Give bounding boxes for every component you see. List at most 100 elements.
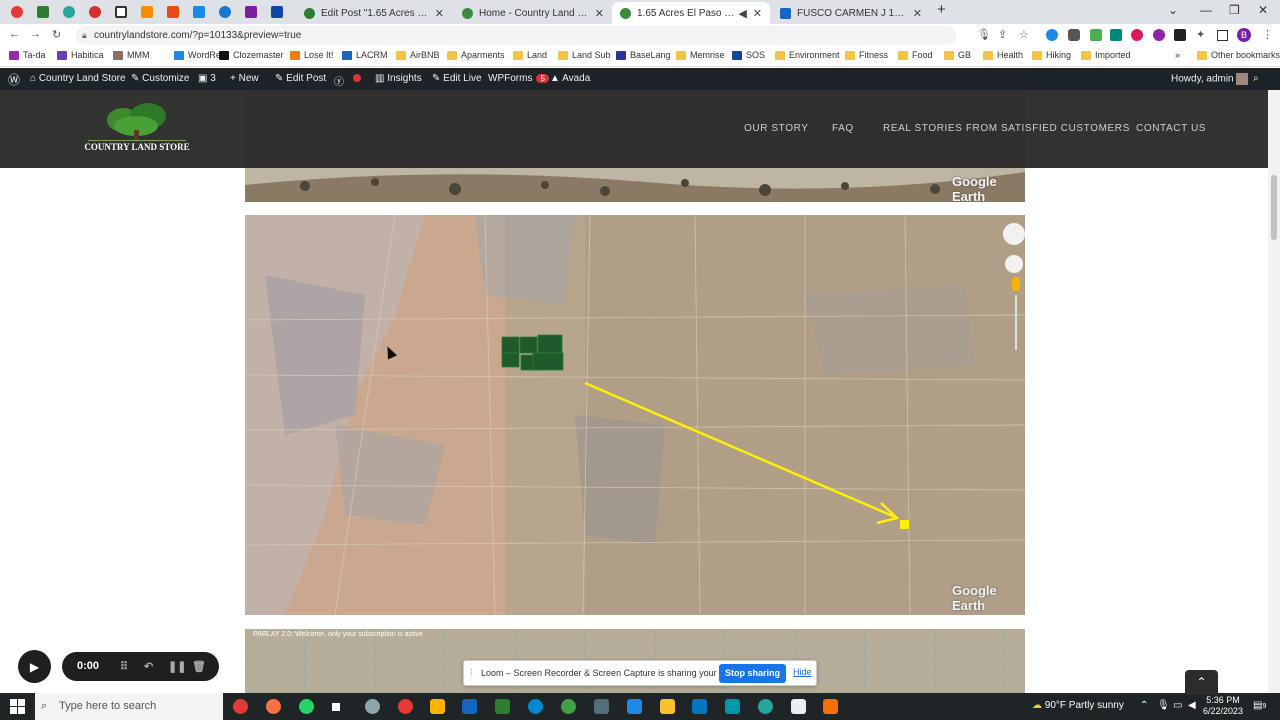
windows-start-icon[interactable]: [10, 699, 25, 714]
close-window-button[interactable]: ✕: [1258, 3, 1268, 17]
tab-search-icon[interactable]: ⌄: [1168, 3, 1178, 17]
extension-icon[interactable]: [1174, 29, 1186, 41]
admin-bar-insights[interactable]: ▥ Insights: [375, 73, 422, 84]
admin-bar-edit-live[interactable]: ✎ Edit Live: [432, 73, 482, 84]
bookmark-item[interactable]: AirBNB: [396, 50, 440, 60]
bookmark-item[interactable]: Ta-da: [9, 50, 46, 60]
tab-edit-post[interactable]: Edit Post "1.65 Acres El Paso Texas ✕: [296, 2, 452, 24]
nav-contact-us[interactable]: CONTACT US: [1136, 123, 1206, 134]
excel-app-icon[interactable]: [495, 699, 510, 714]
firefox-app-icon[interactable]: [266, 699, 281, 714]
close-tab-icon[interactable]: ✕: [753, 7, 762, 20]
pinned-tab[interactable]: [136, 3, 158, 21]
nav-our-story[interactable]: OUR STORY: [744, 123, 809, 134]
reload-icon[interactable]: ↻: [52, 28, 61, 41]
share-icon[interactable]: ⇪: [998, 28, 1007, 41]
pinned-tab[interactable]: [214, 3, 236, 21]
app-icon[interactable]: [398, 699, 413, 714]
notification-center-icon[interactable]: ▤9: [1253, 700, 1266, 711]
network-icon[interactable]: ▭: [1173, 700, 1182, 711]
admin-bar-new[interactable]: + New: [230, 73, 259, 84]
calculator-app-icon[interactable]: [725, 699, 740, 714]
extension-icon[interactable]: [1090, 29, 1102, 41]
chrome-app-icon[interactable]: [233, 699, 248, 714]
profile-avatar[interactable]: B: [1237, 28, 1251, 42]
slack-app-icon[interactable]: [332, 703, 340, 711]
bookmark-item[interactable]: Lose It!: [290, 50, 334, 60]
system-clock[interactable]: 5:36 PM 6/22/2023: [1203, 695, 1243, 717]
bookmark-item[interactable]: BaseLang: [616, 50, 671, 60]
hide-notification-link[interactable]: Hide: [793, 667, 812, 677]
show-hidden-icons-icon[interactable]: ⌃: [1140, 700, 1148, 711]
restore-button[interactable]: ❐: [1229, 3, 1240, 17]
admin-bar-edit-post[interactable]: ✎ Edit Post: [275, 73, 326, 84]
loom-pause-icon[interactable]: ❚❚: [168, 660, 186, 673]
stop-sharing-button[interactable]: Stop sharing: [719, 664, 786, 683]
other-bookmarks-folder[interactable]: Other bookmarks: [1197, 50, 1280, 60]
pinned-tab[interactable]: [84, 3, 106, 21]
microphone-tray-icon[interactable]: 🎙︎: [1157, 700, 1170, 711]
tab-fusco[interactable]: FUSCO CARMEN J 1.65 Acres El P ✕: [772, 2, 930, 24]
minimize-button[interactable]: —: [1200, 3, 1212, 17]
outlook-app-icon[interactable]: [462, 699, 477, 714]
bookmark-item[interactable]: Habitica: [57, 50, 104, 60]
loom-camera-button[interactable]: ▶: [18, 650, 51, 683]
loom-restart-icon[interactable]: ↶: [144, 660, 153, 673]
zoom-slider[interactable]: [1015, 295, 1017, 350]
scroll-to-top-button[interactable]: ⌃: [1185, 670, 1218, 695]
nav-faq[interactable]: FAQ: [832, 123, 854, 134]
scrollbar-thumb[interactable]: [1271, 175, 1277, 240]
pinned-tab[interactable]: [110, 3, 132, 21]
yoast-icon[interactable]: ⓨ: [334, 73, 344, 88]
more-bookmarks-button[interactable]: »: [1175, 50, 1180, 60]
taskbar-search-box[interactable]: ⌕ Type here to search: [35, 693, 223, 720]
search-icon[interactable]: ⌕: [1253, 73, 1259, 84]
admin-bar-comments[interactable]: ▣ 3: [198, 73, 216, 84]
app-icon[interactable]: [823, 699, 838, 714]
bookmark-item[interactable]: Fitness: [845, 50, 888, 60]
bookmark-item[interactable]: MMM: [113, 50, 150, 60]
file-explorer-icon[interactable]: [430, 699, 445, 714]
bookmark-item[interactable]: Clozemaster: [219, 50, 284, 60]
admin-bar-avada[interactable]: ▲ Avada: [550, 73, 590, 84]
extension-icon[interactable]: [1110, 29, 1122, 41]
bookmark-item[interactable]: SOS: [732, 50, 765, 60]
bookmark-item[interactable]: GB: [944, 50, 971, 60]
app-icon[interactable]: [561, 699, 576, 714]
app-icon[interactable]: [660, 699, 675, 714]
admin-bar-account[interactable]: Howdy, admin: [1171, 73, 1249, 85]
street-view-icon[interactable]: [1012, 277, 1020, 291]
new-tab-button[interactable]: +: [937, 1, 946, 18]
pinned-tab[interactable]: [266, 3, 288, 21]
wordpress-logo-icon[interactable]: Ⓦ: [8, 71, 20, 88]
admin-bar-customize[interactable]: ✎ Customize: [131, 73, 189, 84]
page-scrollbar[interactable]: [1268, 90, 1280, 693]
bookmark-item[interactable]: LACRM: [342, 50, 388, 60]
app-icon[interactable]: [758, 699, 773, 714]
notepad-app-icon[interactable]: [791, 699, 806, 714]
back-icon[interactable]: ←: [9, 28, 20, 40]
word-app-icon[interactable]: [627, 699, 642, 714]
bookmark-item[interactable]: Land: [513, 50, 547, 60]
address-bar[interactable]: 🔒︎ countrylandstore.com/?p=10133&preview…: [76, 26, 956, 45]
audio-icon[interactable]: ◀: [738, 7, 746, 20]
weather-widget[interactable]: ☁ 90°F Partly sunny: [1032, 700, 1124, 711]
tab-active-preview[interactable]: 1.65 Acres El Paso Texas 133 ◀ ✕: [612, 2, 770, 24]
bookmark-star-icon[interactable]: ☆: [1019, 28, 1029, 41]
bookmark-item[interactable]: Memrise: [676, 50, 725, 60]
pinned-tab[interactable]: [58, 3, 80, 21]
app-icon[interactable]: [594, 699, 609, 714]
site-logo[interactable]: COUNTRY LAND STORE: [78, 102, 196, 156]
loom-drawing-icon[interactable]: ⠿: [120, 660, 128, 673]
app-icon[interactable]: [365, 699, 380, 714]
extension-icon[interactable]: [1153, 29, 1165, 41]
pinned-tab[interactable]: [188, 3, 210, 21]
admin-bar-site[interactable]: ⌂ Country Land Store: [30, 73, 126, 84]
bookmark-item[interactable]: Imported: [1081, 50, 1131, 60]
microphone-icon[interactable]: 🎙︎: [977, 28, 991, 41]
pinned-tab[interactable]: [32, 3, 54, 21]
bookmark-item[interactable]: Hiking: [1032, 50, 1071, 60]
bookmark-item[interactable]: Aparments: [447, 50, 505, 60]
bookmark-item[interactable]: Land Sub: [558, 50, 611, 60]
extension-icon[interactable]: [1046, 29, 1058, 41]
